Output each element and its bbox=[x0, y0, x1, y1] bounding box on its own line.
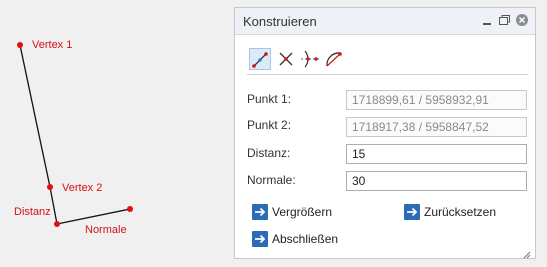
finish-button-label: Abschließen bbox=[272, 232, 339, 246]
punkt1-field[interactable] bbox=[346, 90, 527, 110]
punkt2-field[interactable] bbox=[346, 117, 527, 137]
construct-panel: Konstruieren Punkt 1: Punkt 2: Distanz: … bbox=[234, 7, 536, 259]
arrow-right-icon bbox=[252, 231, 268, 247]
punkt1-label: Punkt 1: bbox=[247, 92, 292, 106]
toolbar-separator bbox=[247, 74, 528, 75]
normale-label: Normale bbox=[85, 224, 127, 236]
distanz-field-label: Distanz: bbox=[247, 146, 291, 160]
restore-icon[interactable] bbox=[496, 12, 512, 28]
close-icon[interactable] bbox=[514, 12, 530, 28]
parallel-icon[interactable] bbox=[299, 48, 321, 70]
vertex-2-label: Vertex 2 bbox=[62, 182, 103, 194]
distanz-label: Distanz bbox=[14, 206, 51, 218]
arc-construct-icon[interactable] bbox=[323, 48, 345, 70]
construction-line bbox=[19, 44, 131, 225]
panel-titlebar[interactable]: Konstruieren bbox=[235, 8, 535, 35]
reset-button-label: Zurücksetzen bbox=[424, 205, 497, 219]
normal-point[interactable] bbox=[127, 206, 133, 212]
vertex-2-point[interactable] bbox=[47, 184, 53, 190]
resize-grip-icon[interactable] bbox=[523, 246, 531, 259]
punkt2-label: Punkt 2: bbox=[247, 118, 292, 132]
arrow-right-icon bbox=[252, 204, 268, 220]
normale-field[interactable] bbox=[346, 171, 527, 191]
distanz-field[interactable] bbox=[346, 144, 527, 164]
minimize-icon[interactable] bbox=[479, 12, 495, 28]
normale-field-label: Normale: bbox=[247, 173, 296, 187]
vertex-1-point[interactable] bbox=[17, 42, 23, 48]
intersection-icon[interactable] bbox=[275, 48, 297, 70]
vertex-1-label: Vertex 1 bbox=[32, 39, 73, 51]
construct-line-icon[interactable] bbox=[249, 48, 271, 70]
panel-title: Konstruieren bbox=[243, 14, 317, 29]
enlarge-button-label: Vergrößern bbox=[272, 205, 333, 219]
distance-point[interactable] bbox=[54, 221, 60, 227]
arrow-right-icon bbox=[404, 204, 420, 220]
